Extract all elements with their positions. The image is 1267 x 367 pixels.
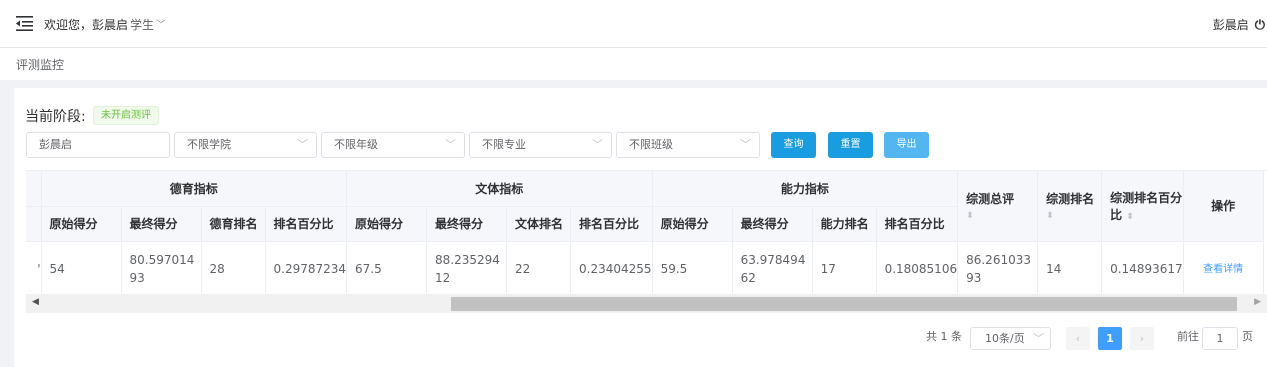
college-select-value: 不限学院 [187,138,231,151]
view-details-link[interactable]: 查看详情 [1203,264,1243,275]
table-cell: 0.29787234 [265,241,348,298]
grade-select[interactable]: 不限年级 ﹀ [321,132,465,158]
chevron-down-icon: ﹀ [445,138,456,151]
chevron-down-icon: ﹀ [156,20,167,31]
chevron-down-icon: ﹀ [740,138,751,151]
name-input-value: 彭晨启 [39,138,72,151]
scrollbar-thumb[interactable] [451,297,1237,311]
table-cell: 0.18085106 [876,241,959,298]
subheader: 最终得分 [121,206,202,242]
page-suffix: 页 [1242,330,1253,343]
subheader: 原始得分 [652,206,733,242]
header-total-label: 综测总评 [966,192,1015,207]
table-cell: 22 [506,241,572,298]
header-rank-percent-label: 综测排名百分比 [1110,190,1183,222]
breadcrumb: 评测监控 [0,48,1267,80]
table-cell: 14 [1037,241,1103,298]
user-name: 彭晨启 [1212,18,1249,32]
header-total-score[interactable]: 综测总评 ⬍ [957,171,1039,242]
subheader: 排名百分比 [876,206,959,242]
subheader: 文体排名 [506,206,572,242]
results-table: 德育指标 文体指标 能力指标 综测总评 ⬍ 综测排名 ⬍ 综测排名百分比 ⬍ 操… [26,170,1267,314]
role-text: 学生 [130,18,155,32]
table-cell: ' [26,241,42,298]
table-cell: 0.23404255 [570,241,653,298]
subheader: 最终得分 [426,206,508,242]
horizontal-scrollbar[interactable]: ◀ ▶ [26,294,1267,313]
subheader: 原始得分 [41,206,122,242]
header-action: 操作 [1183,171,1264,242]
class-select[interactable]: 不限班级 ﹀ [616,132,760,158]
query-button[interactable]: 查询 [771,132,816,158]
sort-icon[interactable]: ⬍ [1046,211,1054,221]
pagination-total: 共 1 条 [926,330,962,343]
chevron-down-icon: ﹀ [297,138,308,151]
power-icon[interactable]: ⏻ [1255,18,1265,33]
subheader: 最终得分 [732,206,813,242]
college-select[interactable]: 不限学院 ﹀ [174,132,317,158]
export-button[interactable]: 导出 [884,132,929,158]
header-rank-percent[interactable]: 综测排名百分比 ⬍ [1101,171,1184,242]
table-header-spacer [26,171,42,207]
table-header-spacer [26,206,42,242]
table-row: ' 54 80.59701493 28 0.29787234 67.5 88.2… [26,241,1264,298]
greeting-text: 欢迎您，彭晨启 [44,18,129,32]
goto-page-input[interactable]: 1 [1202,327,1238,350]
user-greeting[interactable]: 欢迎您，彭晨启 学生 ﹀ [44,16,166,33]
prev-page-button[interactable]: ‹ [1066,327,1090,350]
page-number-current[interactable]: 1 [1098,327,1122,350]
group-header-ability: 能力指标 [652,171,959,207]
class-select-value: 不限班级 [629,138,673,151]
reset-button[interactable]: 重置 [828,132,873,158]
table-cell: 59.5 [652,241,733,298]
major-select[interactable]: 不限专业 ﹀ [469,132,612,158]
subheader: 原始得分 [346,206,428,242]
sort-icon[interactable]: ⬍ [1126,212,1134,222]
group-header-moral: 德育指标 [41,171,348,207]
subheader: 能力排名 [812,206,877,242]
header-rank-label: 综测排名 [1046,192,1095,207]
goto-label: 前往 [1177,330,1199,343]
scroll-right-arrow-icon[interactable]: ▶ [1254,297,1261,307]
subheader: 德育排名 [201,206,266,242]
name-input[interactable]: 彭晨启 [26,132,170,158]
next-page-button[interactable]: › [1130,327,1154,350]
main-card: 当前阶段: 未开启测评 彭晨启 不限学院 ﹀ 不限年级 ﹀ 不限专业 ﹀ 不限班… [14,88,1267,367]
stage-label: 当前阶段: [25,109,86,125]
major-select-value: 不限专业 [482,138,526,151]
table-cell: 28 [201,241,266,298]
group-header-sports: 文体指标 [346,171,653,207]
page-size-value: 10条/页 [985,332,1025,345]
subheader: 排名百分比 [265,206,348,242]
action-cell: 查看详情 [1183,241,1264,298]
user-menu[interactable]: 彭晨启 ⏻ [1213,16,1265,33]
table-cell: 86.26103393 [957,241,1039,298]
chevron-down-icon: ﹀ [1033,332,1044,345]
stage-status-badge: 未开启测评 [93,106,159,125]
page-size-select[interactable]: 10条/页 ﹀ [970,327,1051,350]
chevron-down-icon: ﹀ [592,138,603,151]
table-cell: 80.59701493 [121,241,202,298]
table-cell: 63.97849462 [732,241,813,298]
menu-fold-icon[interactable] [16,15,33,32]
top-bar: 欢迎您，彭晨启 学生 ﹀ 彭晨启 ⏻ [0,0,1267,48]
scroll-left-arrow-icon[interactable]: ◀ [32,297,39,307]
sort-icon[interactable]: ⬍ [966,211,974,221]
table-cell: 17 [812,241,877,298]
table-cell: 67.5 [346,241,428,298]
table-cell: 0.14893617 [1101,241,1184,298]
breadcrumb-current: 评测监控 [16,58,65,72]
subheader: 排名百分比 [570,206,653,242]
grade-select-value: 不限年级 [334,138,378,151]
table-cell: 54 [41,241,122,298]
table-cell: 88.23529412 [426,241,508,298]
header-rank[interactable]: 综测排名 ⬍ [1037,171,1103,242]
